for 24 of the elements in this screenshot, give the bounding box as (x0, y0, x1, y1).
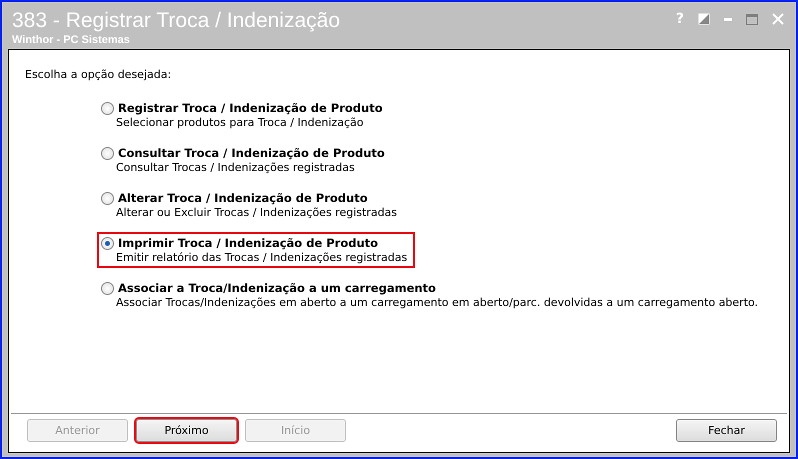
radio-button[interactable] (101, 146, 114, 160)
option-description: Emitir relatório das Trocas / Indenizações registradas (116, 251, 408, 264)
option-label[interactable]: Alterar Troca / Indenização de Produto (118, 191, 368, 205)
radio-button[interactable] (101, 282, 114, 294)
next-button[interactable]: Próximo (136, 419, 237, 442)
option-description: Alterar ou Excluir Trocas / Indenizações registradas (116, 206, 398, 219)
radio-button[interactable] (101, 236, 114, 250)
prompt-text: Escolha a opção desejada: (25, 68, 172, 81)
window-title: 383 - Registrar Troca / Indenização (12, 8, 340, 34)
close-icon[interactable] (772, 13, 784, 25)
radio-button[interactable] (101, 102, 114, 114)
maximize-icon[interactable] (746, 14, 758, 24)
option-description: Selecionar produtos para Troca / Indenização (116, 116, 364, 129)
option-description: Consultar Trocas / Indenizações registradas (116, 161, 356, 174)
option-label[interactable]: Associar a Troca/Indenização a um carregamento (118, 281, 436, 295)
option-label[interactable]: Registrar Troca / Indenização de Produto (118, 101, 383, 115)
option-label[interactable]: Imprimir Troca / Indenização de Produto (118, 236, 378, 250)
theme-toggle-icon[interactable] (698, 13, 710, 25)
window-subtitle: Winthor - PC Sistemas (12, 34, 131, 47)
close-button[interactable]: Fechar (676, 419, 777, 442)
radio-button[interactable] (101, 192, 114, 204)
option-label[interactable]: Consultar Troca / Indenização de Produto (118, 146, 385, 160)
minimize-icon[interactable] (724, 18, 732, 20)
option-description: Associar Trocas/Indenizações em aberto a um carregamento em aberto/parc. devolvidas a um carregamento aberto. (116, 296, 758, 309)
